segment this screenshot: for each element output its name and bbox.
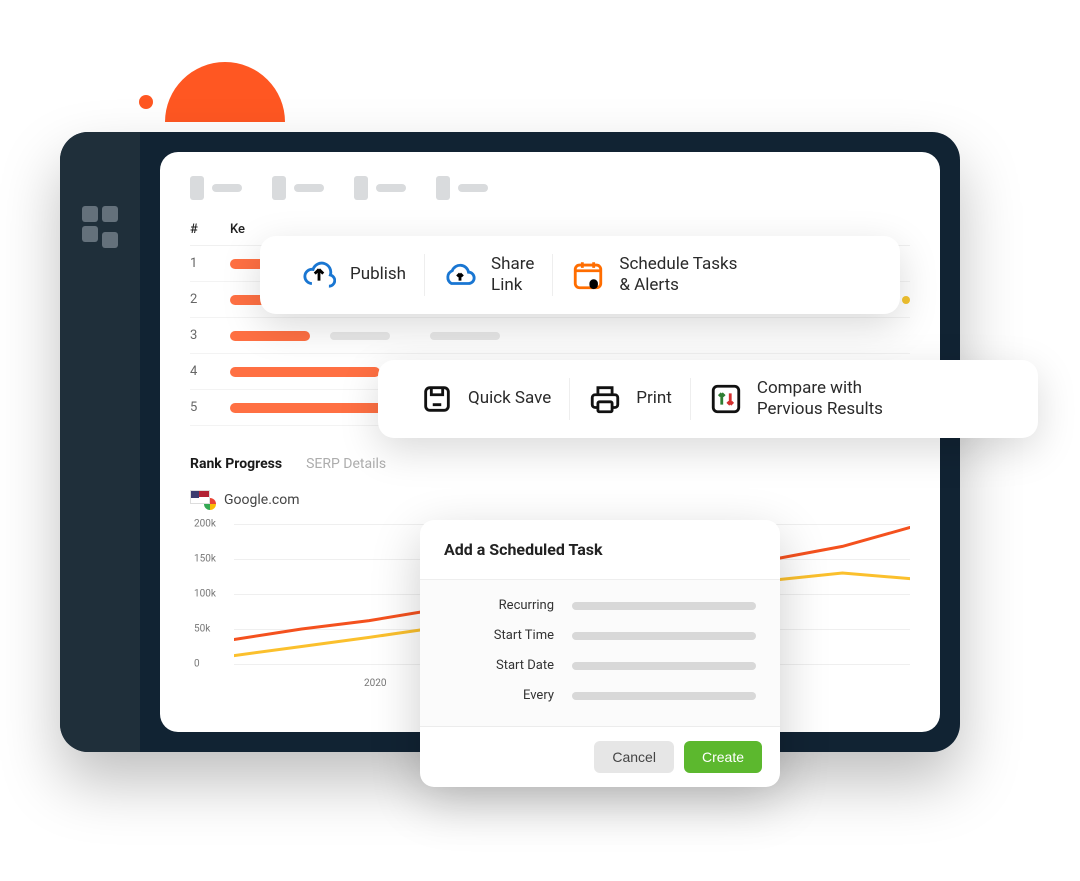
field-input[interactable] — [572, 602, 756, 610]
row-num: 3 — [190, 328, 230, 343]
rank-bar — [230, 367, 380, 377]
schedule-label-1: Schedule Tasks — [619, 254, 737, 275]
publish-button[interactable]: Publish — [284, 258, 424, 292]
field-input[interactable] — [572, 632, 756, 640]
field-label: Start Time — [444, 628, 554, 643]
filter-4[interactable] — [436, 176, 488, 200]
decor-circle-large — [165, 62, 285, 122]
rank-bar — [230, 331, 310, 341]
ph-cell — [430, 332, 500, 340]
row-num: 1 — [190, 256, 230, 271]
form-row: Start Date — [444, 658, 756, 673]
y-label: 150k — [194, 554, 216, 565]
tab-rank-progress[interactable]: Rank Progress — [190, 456, 282, 472]
ph-cell — [330, 332, 390, 340]
compare-label-1: Compare with — [757, 378, 883, 399]
row-num: 4 — [190, 364, 230, 379]
share-label-1: Share — [491, 254, 534, 275]
field-label: Start Date — [444, 658, 554, 673]
create-button[interactable]: Create — [684, 741, 762, 773]
modal-title: Add a Scheduled Task — [420, 520, 780, 580]
table-row[interactable]: 3 — [190, 318, 910, 354]
compare-button[interactable]: Compare withPervious Results — [691, 378, 901, 421]
cloud-up-icon — [443, 258, 477, 292]
modal-footer: Cancel Create — [420, 727, 780, 787]
quick-save-button[interactable]: Quick Save — [402, 382, 569, 416]
schedule-button[interactable]: Schedule Tasks& Alerts — [553, 254, 755, 297]
filter-3[interactable] — [354, 176, 406, 200]
field-label: Every — [444, 688, 554, 703]
modal-body: Recurring Start Time Start Date Every — [420, 580, 780, 727]
filter-bar — [190, 176, 910, 200]
row-num: 2 — [190, 292, 230, 307]
action-toolbar-2: Quick Save Print Compare withPervious Re… — [378, 360, 1038, 438]
field-input[interactable] — [572, 662, 756, 670]
y-label: 100k — [194, 589, 216, 600]
dashboard-icon[interactable] — [82, 206, 118, 242]
us-flag-icon — [190, 490, 210, 504]
filter-1[interactable] — [190, 176, 242, 200]
chart-source: Google.com — [190, 490, 910, 510]
share-link-button[interactable]: ShareLink — [425, 254, 552, 297]
col-number: # — [190, 222, 230, 237]
print-icon — [588, 382, 622, 416]
form-row: Every — [444, 688, 756, 703]
field-label: Recurring — [444, 598, 554, 613]
tab-serp-details[interactable]: SERP Details — [306, 456, 386, 472]
status-dot — [902, 296, 910, 304]
schedule-label-2: & Alerts — [619, 275, 737, 296]
decor-circle-small — [139, 95, 153, 109]
col-keyword: Ke — [230, 222, 245, 237]
row-num: 5 — [190, 400, 230, 415]
field-input[interactable] — [572, 692, 756, 700]
form-row: Start Time — [444, 628, 756, 643]
save-icon — [420, 382, 454, 416]
compare-arrows-icon — [709, 382, 743, 416]
x-label: 2020 — [364, 678, 386, 689]
sidebar — [60, 132, 140, 752]
print-label: Print — [636, 388, 672, 409]
action-toolbar-1: Publish ShareLink Schedule Tasks& Alerts — [260, 236, 900, 314]
share-label-2: Link — [491, 275, 534, 296]
cancel-button[interactable]: Cancel — [594, 741, 674, 773]
calendar-bell-icon — [571, 258, 605, 292]
publish-label: Publish — [350, 264, 406, 285]
scheduled-task-modal: Add a Scheduled Task Recurring Start Time… — [420, 520, 780, 787]
filter-2[interactable] — [272, 176, 324, 200]
y-label: 0 — [194, 659, 200, 670]
form-row: Recurring — [444, 598, 756, 613]
chart-tabs: Rank Progress SERP Details — [190, 456, 910, 472]
upload-cloud-icon — [302, 258, 336, 292]
chart-source-label: Google.com — [224, 492, 299, 508]
y-label: 200k — [194, 519, 216, 530]
y-label: 50k — [194, 624, 210, 635]
compare-label-2: Pervious Results — [757, 399, 883, 420]
save-label: Quick Save — [468, 388, 551, 409]
print-button[interactable]: Print — [570, 382, 690, 416]
